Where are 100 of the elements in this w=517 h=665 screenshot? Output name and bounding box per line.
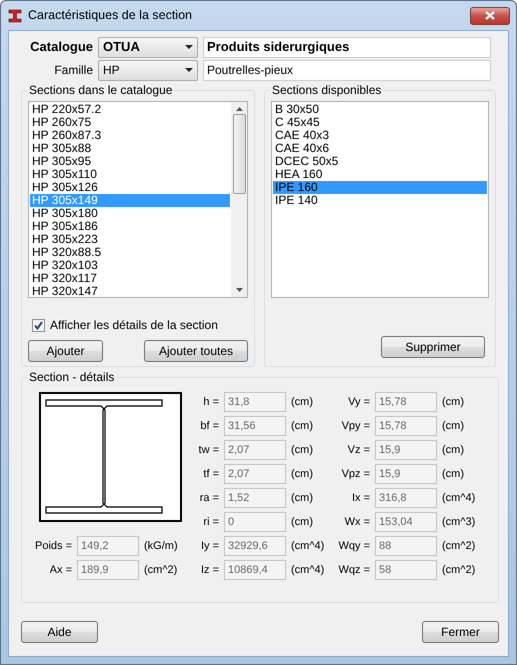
- value-field: 15,78: [375, 392, 437, 412]
- value-field: 15,78: [375, 416, 437, 436]
- unit-label: (cm): [442, 466, 465, 482]
- list-item[interactable]: C 45x45: [273, 116, 487, 129]
- unit-label: (cm^2): [144, 562, 178, 578]
- unit-label: (cm^4): [291, 562, 326, 578]
- value-field: 2,07: [224, 440, 286, 460]
- property-label: Wqy =: [338, 538, 370, 554]
- list-item[interactable]: DCEC 50x5: [273, 155, 487, 168]
- property-label: ra =: [198, 490, 219, 506]
- unit-label: (cm^2): [442, 538, 476, 554]
- property-label: Iy =: [200, 538, 219, 554]
- unit-label: (cm): [291, 418, 314, 434]
- group-title: Section - détails: [27, 370, 116, 384]
- dropdown[interactable]: OTUA: [98, 36, 198, 58]
- value-field: 153,04: [375, 512, 437, 532]
- list-item[interactable]: HP 305x126: [30, 181, 230, 194]
- property-label: Vpz =: [340, 466, 370, 482]
- value-field: 0: [224, 512, 286, 532]
- value-field: 88: [375, 536, 437, 556]
- value-field: 149,2: [77, 536, 139, 556]
- list-item[interactable]: HP 305x88: [30, 142, 230, 155]
- list-item[interactable]: HP 305x180: [30, 207, 230, 220]
- checkbox-label: Afficher les détails de la section: [50, 317, 218, 334]
- unit-label: (cm): [291, 466, 314, 482]
- property-label: h =: [202, 394, 219, 410]
- close-button[interactable]: [470, 6, 510, 24]
- group-title: Sections disponibles: [270, 83, 384, 97]
- list-item[interactable]: HP 320x117: [30, 272, 230, 285]
- property-label: tf =: [202, 466, 219, 482]
- unit-label: (cm^2): [442, 562, 476, 578]
- unit-label: (cm): [291, 514, 314, 530]
- scroll-thumb[interactable]: [232, 114, 246, 194]
- property-label: Iz =: [200, 562, 219, 578]
- caret-icon: [185, 68, 193, 72]
- close-icon: [485, 11, 495, 20]
- window-title: Caractéristiques de la section: [28, 7, 192, 24]
- field-label: Famille: [53, 62, 93, 79]
- property-label: Wx =: [344, 514, 370, 530]
- list-item[interactable]: HP 260x87.3: [30, 129, 230, 142]
- field-label: Catalogue: [29, 38, 93, 56]
- property-label: Vpy =: [340, 418, 370, 434]
- list-item[interactable]: HP 305x223: [30, 233, 230, 246]
- list-item[interactable]: CAE 40x6: [273, 142, 487, 155]
- property-label: Poids =: [34, 538, 72, 554]
- property-label: ri =: [202, 514, 219, 530]
- list-item[interactable]: HP 305x110: [30, 168, 230, 181]
- value-field: 58: [375, 560, 437, 580]
- value-field: 2,07: [224, 464, 286, 484]
- value-field: 1,52: [224, 488, 286, 508]
- value-field: 15,9: [375, 440, 437, 460]
- checkbox[interactable]: [32, 318, 45, 332]
- list-item[interactable]: HP 320x103: [30, 259, 230, 272]
- property-label: Wqz =: [338, 562, 370, 578]
- list-item[interactable]: HP 305x186: [30, 220, 230, 233]
- scroll-up-icon[interactable]: [236, 107, 242, 111]
- value-field: 10869,4: [224, 560, 286, 580]
- unit-label: (cm^4): [442, 490, 476, 506]
- beam-icon: [7, 8, 23, 24]
- description-field: Poutrelles-pieux: [203, 60, 491, 80]
- value-field: 31,56: [224, 416, 286, 436]
- property-label: Vz =: [346, 442, 370, 458]
- list-item[interactable]: HP 320x147: [30, 285, 230, 298]
- unit-label: (cm): [291, 442, 314, 458]
- unit-label: (cm): [442, 418, 465, 434]
- action-button[interactable]: Ajouter toutes: [144, 340, 248, 362]
- property-label: Vy =: [347, 394, 370, 410]
- property-label: tw =: [198, 442, 219, 458]
- caret-icon: [185, 45, 193, 49]
- list-item[interactable]: HEA 160: [273, 168, 487, 181]
- list-item[interactable]: IPE 140: [273, 194, 487, 207]
- unit-label: (cm): [442, 394, 465, 410]
- group-title: Sections dans le catalogue: [27, 83, 174, 97]
- value-field: 32929,6: [224, 536, 286, 556]
- unit-label: (cm^3): [442, 514, 476, 530]
- value-field: 316,8: [375, 488, 437, 508]
- list-item[interactable]: IPE 160: [273, 181, 487, 194]
- list-item[interactable]: CAE 40x3: [273, 129, 487, 142]
- list-item[interactable]: HP 220x57.2: [30, 103, 230, 116]
- unit-label: (cm): [291, 490, 314, 506]
- list-item[interactable]: HP 320x88.5: [30, 246, 230, 259]
- scrollbar[interactable]: [231, 102, 247, 297]
- scroll-down-icon[interactable]: [236, 288, 242, 292]
- property-label: bf =: [199, 418, 219, 434]
- dropdown[interactable]: HP: [98, 60, 198, 80]
- property-label: Ix =: [350, 490, 370, 506]
- list-item[interactable]: B 30x50: [273, 103, 487, 116]
- dialog-button[interactable]: Fermer: [422, 621, 499, 643]
- action-button[interactable]: Supprimer: [381, 336, 485, 358]
- value-field: 15,9: [375, 464, 437, 484]
- value-field: 31,8: [224, 392, 286, 412]
- value-field: 189,9: [77, 560, 139, 580]
- action-button[interactable]: Ajouter: [28, 340, 103, 362]
- dialog-button[interactable]: Aide: [21, 621, 98, 643]
- list-item[interactable]: HP 305x95: [30, 155, 230, 168]
- unit-label: (cm): [291, 394, 314, 410]
- property-label: Ax =: [48, 562, 72, 578]
- unit-label: (kG/m): [144, 538, 179, 554]
- list-item[interactable]: HP 260x75: [30, 116, 230, 129]
- unit-label: (cm): [442, 442, 465, 458]
